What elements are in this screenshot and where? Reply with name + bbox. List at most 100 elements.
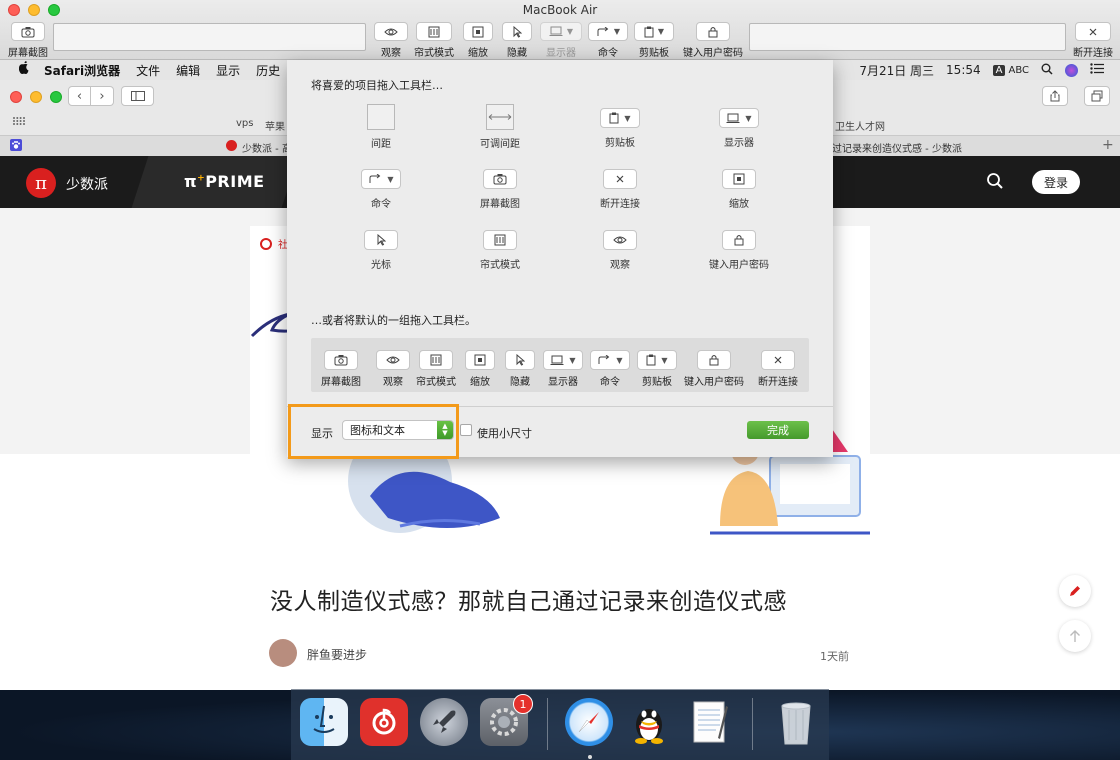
pencil-icon xyxy=(1070,586,1080,596)
palette-item-flexible-space[interactable]: 可调间距 xyxy=(445,104,555,150)
palette-item-command[interactable]: ▼ 命令 xyxy=(326,169,436,210)
trash-icon[interactable] xyxy=(772,698,820,746)
new-tab-button[interactable]: + xyxy=(1102,137,1114,153)
toolbar-disconnect[interactable]: 断开连接 xyxy=(1073,22,1113,59)
zoom-icon[interactable] xyxy=(463,22,493,41)
launchpad-icon[interactable] xyxy=(420,698,468,746)
default-item-label: 观察 xyxy=(383,377,403,388)
palette-item-display[interactable]: ▼ 显示器 xyxy=(684,108,794,149)
done-button[interactable]: 完成 xyxy=(747,421,809,439)
zoom-icon[interactable] xyxy=(722,169,756,189)
palette-item-curtain[interactable]: 帘式模式 xyxy=(445,230,555,271)
siri-icon[interactable] xyxy=(1065,63,1078,77)
menubar-time[interactable]: 15:54 xyxy=(946,63,981,77)
toolbar-curtain[interactable]: 帘式模式 xyxy=(414,22,454,59)
camera-icon[interactable] xyxy=(11,22,45,41)
textedit-icon[interactable] xyxy=(685,698,733,746)
netease-music-icon[interactable] xyxy=(360,698,408,746)
small-size-checkbox[interactable] xyxy=(460,424,472,436)
prime-link[interactable]: π+PRIME xyxy=(184,172,265,191)
site-logo-text[interactable]: 少数派 xyxy=(66,174,108,194)
chevron-down-icon: ▼ xyxy=(569,355,576,365)
palette-item-cursor[interactable]: 光标 xyxy=(326,230,436,271)
menu-history[interactable]: 历史 xyxy=(256,62,280,79)
palette-item-password[interactable]: 键入用户密码 xyxy=(684,230,794,271)
camera-icon[interactable] xyxy=(483,169,517,189)
toolbar-hide[interactable]: 隐藏 xyxy=(502,22,532,59)
author-avatar[interactable] xyxy=(269,639,297,667)
clipboard-icon[interactable]: ▼ xyxy=(600,108,640,128)
safari-icon[interactable] xyxy=(565,698,613,746)
toolbar-display[interactable]: ▼ 显示器 xyxy=(540,22,582,59)
tab-sspai-left[interactable]: 少数派 - 高 xyxy=(242,140,292,155)
palette-item-disconnect[interactable]: 断开连接 xyxy=(565,169,675,210)
palette-item-observe[interactable]: 观察 xyxy=(565,230,675,271)
default-item-label: 帘式模式 xyxy=(416,377,456,388)
small-size-label[interactable]: 使用小尺寸 xyxy=(477,425,532,441)
bookmark-apple[interactable]: 苹果 xyxy=(265,118,285,133)
toolbar-command[interactable]: ▼ 命令 xyxy=(588,22,628,59)
menu-app-safari[interactable]: Safari浏览器 xyxy=(44,62,120,79)
palette-item-zoom[interactable]: 缩放 xyxy=(684,169,794,210)
share-button[interactable] xyxy=(1042,86,1068,106)
tab-sspai-article[interactable]: 过记录来创造仪式感 - 少数派 xyxy=(832,140,962,155)
safari-zoom-button[interactable] xyxy=(50,91,62,103)
toolbar-password[interactable]: 键入用户密码 xyxy=(683,22,743,59)
site-search-icon[interactable] xyxy=(986,172,1004,193)
default-toolbar-set[interactable]: 屏幕截图 观察 帘式模式 缩放 隐藏 ▼ 显示器 ▼ 命令 ▼ 剪贴板 键入用户… xyxy=(311,338,809,392)
write-button[interactable] xyxy=(1059,575,1091,607)
notification-center-icon[interactable] xyxy=(1090,63,1104,77)
menu-view[interactable]: 显示 xyxy=(216,62,240,79)
close-icon[interactable] xyxy=(603,169,637,189)
sspai-logo-icon[interactable]: π xyxy=(26,168,56,198)
bookmark-health-jobs[interactable]: 卫生人才网 xyxy=(835,118,885,133)
flexible-space-icon[interactable] xyxy=(486,104,514,130)
menubar-date[interactable]: 7月21日 周三 xyxy=(859,62,934,79)
safari-close-button[interactable] xyxy=(10,91,22,103)
login-button[interactable]: 登录 xyxy=(1032,170,1080,194)
space-icon[interactable] xyxy=(367,104,395,130)
palette-item-clipboard[interactable]: ▼ 剪贴板 xyxy=(565,108,675,149)
toolbar-observe[interactable]: 观察 xyxy=(374,22,408,59)
command-icon[interactable]: ▼ xyxy=(588,22,628,41)
forward-button[interactable]: › xyxy=(91,86,114,106)
toolbar-screenshot[interactable]: 屏幕截图 xyxy=(8,22,48,59)
curtain-icon[interactable] xyxy=(416,22,452,41)
palette-item-space[interactable]: 间距 xyxy=(326,104,436,150)
clipboard-icon[interactable]: ▼ xyxy=(634,22,674,41)
qq-icon[interactable] xyxy=(625,698,673,746)
menu-edit[interactable]: 编辑 xyxy=(176,62,200,79)
spotlight-search-icon[interactable] xyxy=(1041,63,1053,78)
eye-icon[interactable] xyxy=(603,230,637,250)
cursor-icon[interactable] xyxy=(502,22,532,41)
article-title[interactable]: 没人制造仪式感？那就自己通过记录来创造仪式感 xyxy=(270,582,787,616)
author-name[interactable]: 胖鱼要进步 xyxy=(307,646,367,663)
menu-file[interactable]: 文件 xyxy=(136,62,160,79)
display-icon[interactable]: ▼ xyxy=(719,108,759,128)
paw-icon[interactable] xyxy=(10,139,22,154)
apple-icon[interactable] xyxy=(18,61,30,79)
menubar-status-area: 7月21日 周三 15:54 A ABC xyxy=(859,60,1104,80)
finder-icon[interactable] xyxy=(300,698,348,746)
input-source[interactable]: A ABC xyxy=(992,64,1029,76)
palette-item-screenshot[interactable]: 屏幕截图 xyxy=(445,169,555,210)
close-icon[interactable] xyxy=(1075,22,1111,41)
show-tabs-button[interactable] xyxy=(1084,86,1110,106)
safari-minimize-button[interactable] xyxy=(30,91,42,103)
display-icon[interactable]: ▼ xyxy=(540,22,582,41)
toolbar-clipboard[interactable]: ▼ 剪贴板 xyxy=(634,22,674,59)
back-to-top-button[interactable] xyxy=(1059,620,1091,652)
toolbar-zoom[interactable]: 缩放 xyxy=(463,22,493,59)
clipboard-icon: ▼ xyxy=(637,350,677,370)
sidebar-toggle-button[interactable] xyxy=(121,86,154,106)
lock-icon[interactable] xyxy=(696,22,730,41)
back-button[interactable]: ‹ xyxy=(68,86,91,106)
curtain-icon[interactable] xyxy=(483,230,517,250)
command-icon[interactable]: ▼ xyxy=(361,169,401,189)
palette-label: 键入用户密码 xyxy=(709,260,769,271)
lock-icon[interactable] xyxy=(722,230,756,250)
grid-icon[interactable] xyxy=(12,116,26,129)
bookmark-vps[interactable]: vps xyxy=(236,118,253,129)
eye-icon[interactable] xyxy=(374,22,408,41)
cursor-icon[interactable] xyxy=(364,230,398,250)
